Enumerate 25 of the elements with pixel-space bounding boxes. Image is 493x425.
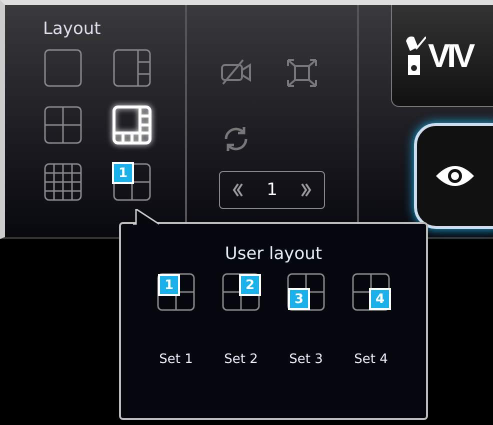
user-layout-option[interactable]: 1 bbox=[156, 272, 196, 312]
set-badge: 1 bbox=[158, 274, 180, 296]
user-layout-option[interactable]: 3 bbox=[286, 272, 326, 312]
user-layout-option[interactable]: 2 bbox=[221, 272, 261, 312]
set-label[interactable]: Set 1 bbox=[159, 352, 193, 367]
user-layout-option[interactable]: 4 bbox=[351, 272, 391, 312]
camera-off-icon[interactable] bbox=[219, 57, 253, 87]
popup-title: User layout bbox=[224, 244, 322, 264]
previous-icon[interactable] bbox=[232, 182, 244, 198]
layout-badge: 1 bbox=[112, 162, 134, 184]
live-view-button[interactable] bbox=[414, 123, 493, 229]
set-badge: 3 bbox=[288, 288, 310, 310]
next-icon[interactable] bbox=[300, 182, 312, 198]
eye-icon bbox=[435, 164, 475, 188]
set-label[interactable]: Set 4 bbox=[354, 352, 388, 367]
layout-option[interactable]: 1 bbox=[112, 162, 152, 202]
page-number: 1 bbox=[266, 180, 278, 200]
set-label[interactable]: Set 2 bbox=[224, 352, 258, 367]
panel-title: Layout bbox=[43, 19, 102, 39]
logo-icon bbox=[404, 34, 426, 76]
logo-text: VIV bbox=[428, 36, 472, 74]
fullscreen-icon[interactable] bbox=[285, 57, 319, 89]
set-label[interactable]: Set 3 bbox=[289, 352, 323, 367]
set-badge: 4 bbox=[369, 288, 391, 310]
set-badge: 2 bbox=[239, 274, 261, 296]
